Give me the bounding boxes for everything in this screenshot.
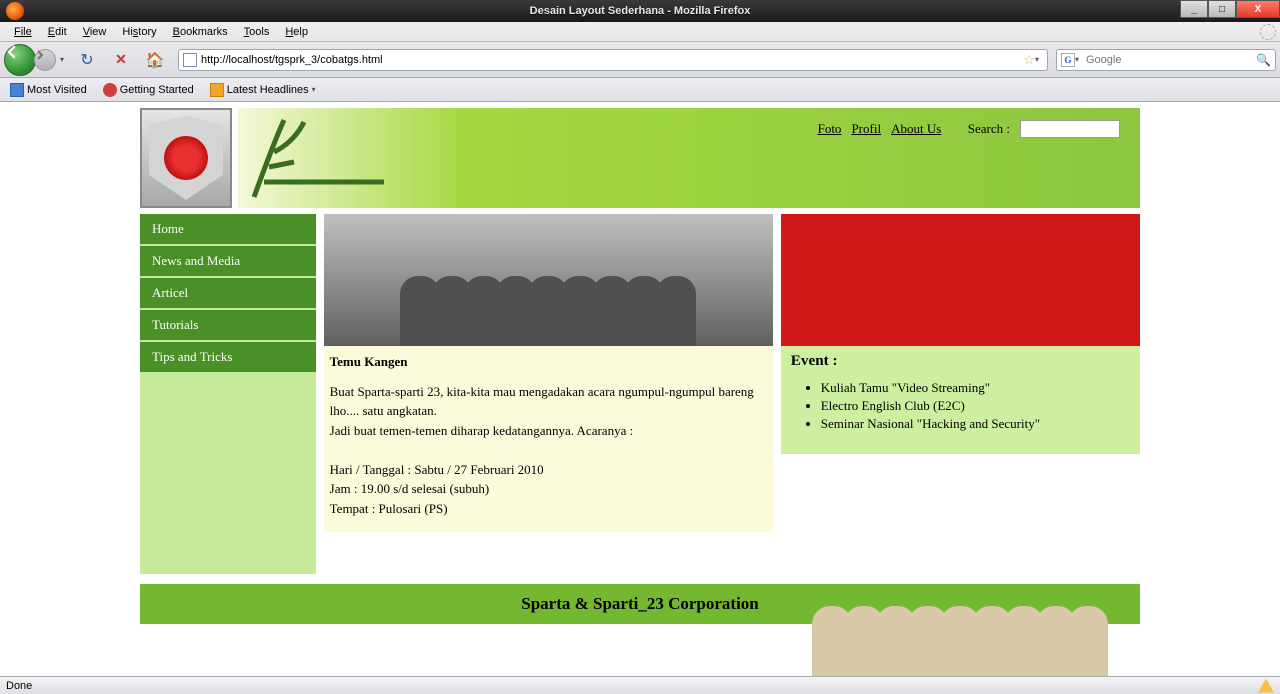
menu-file-label: ile <box>21 26 32 38</box>
reload-button[interactable]: ↻ <box>72 45 102 75</box>
article-box: Temu Kangen Buat Sparta-sparti 23, kita-… <box>324 346 773 532</box>
window-title: Desain Layout Sederhana - Mozilla Firefo… <box>530 5 751 17</box>
bookmark-most-visited[interactable]: Most Visited <box>6 81 91 99</box>
google-engine-icon[interactable]: G <box>1061 53 1075 67</box>
url-input[interactable] <box>201 54 1023 66</box>
getting-started-icon <box>103 83 117 97</box>
article-date: Hari / Tanggal : Sabtu / 27 Februari 201… <box>330 460 767 480</box>
hero-image-right <box>781 214 1140 346</box>
bookmark-label: Latest Headlines <box>227 84 309 96</box>
link-foto[interactable]: Foto <box>818 121 842 137</box>
address-dropdown-icon[interactable]: ▾ <box>1035 55 1043 64</box>
sidebar-spacer <box>140 374 316 574</box>
menu-edit[interactable]: Edit <box>40 24 75 40</box>
warning-icon[interactable] <box>1258 679 1274 693</box>
menu-bookmarks[interactable]: Bookmarks <box>165 24 236 40</box>
page-body: Home News and Media Articel Tutorials Ti… <box>140 214 1140 574</box>
page-content: Foto Profil About Us Search : Home News … <box>140 108 1140 624</box>
close-button[interactable]: X <box>1236 0 1280 18</box>
search-bar[interactable]: G ▾ 🔍 <box>1056 49 1276 71</box>
article-p2: Jadi buat temen-temen diharap kedatangan… <box>330 421 767 441</box>
stop-button[interactable]: ✕ <box>106 45 136 75</box>
menu-help[interactable]: Help <box>277 24 316 40</box>
sidebar-item-articel[interactable]: Articel <box>140 278 316 310</box>
bookmark-getting-started[interactable]: Getting Started <box>99 81 198 99</box>
sidebar-item-news[interactable]: News and Media <box>140 246 316 278</box>
most-visited-icon <box>10 83 24 97</box>
reload-icon: ↻ <box>80 50 93 70</box>
shield-icon <box>149 116 223 200</box>
main-column: Temu Kangen Buat Sparta-sparti 23, kita-… <box>324 214 773 532</box>
status-bar: Done <box>0 676 1280 694</box>
article-time: Jam : 19.00 s/d selesai (subuh) <box>330 479 767 499</box>
navigation-toolbar: ▾ ↻ ✕ 🏠 ☆ ▾ G ▾ 🔍 <box>0 42 1280 78</box>
bookmarks-toolbar: Most Visited Getting Started Latest Head… <box>0 78 1280 102</box>
page-icon <box>183 53 197 67</box>
menu-history[interactable]: History <box>114 24 164 40</box>
site-logo <box>140 108 232 208</box>
event-item: Kuliah Tamu "Video Streaming" <box>821 380 1130 396</box>
sidebar: Home News and Media Articel Tutorials Ti… <box>140 214 316 574</box>
minimize-button[interactable]: _ <box>1180 0 1208 18</box>
status-text: Done <box>6 680 32 692</box>
bookmark-label: Most Visited <box>27 84 87 96</box>
article-place: Tempat : Pulosari (PS) <box>330 499 767 519</box>
history-dropdown-icon[interactable]: ▾ <box>60 55 68 64</box>
bookmark-label: Getting Started <box>120 84 194 96</box>
link-profil[interactable]: Profil <box>851 121 881 137</box>
page-header: Foto Profil About Us Search : <box>140 108 1140 208</box>
sidebar-item-tips[interactable]: Tips and Tricks <box>140 342 316 374</box>
event-box: Event : Kuliah Tamu "Video Streaming" El… <box>781 346 1140 454</box>
home-button[interactable]: 🏠 <box>140 45 170 75</box>
article-title: Temu Kangen <box>330 352 767 372</box>
search-input[interactable] <box>1086 54 1253 66</box>
bookmark-star-icon[interactable]: ☆ <box>1023 52 1035 68</box>
maximize-button[interactable]: □ <box>1208 0 1236 18</box>
branch-graphic-icon <box>244 112 404 202</box>
rss-icon <box>210 83 224 97</box>
engine-dropdown-icon[interactable]: ▾ <box>1075 55 1083 64</box>
event-title: Event : <box>791 352 1130 370</box>
event-item: Electro English Club (E2C) <box>821 398 1130 414</box>
event-list: Kuliah Tamu "Video Streaming" Electro En… <box>791 380 1130 432</box>
right-column: Event : Kuliah Tamu "Video Streaming" El… <box>781 214 1140 454</box>
activity-indicator-icon <box>1260 24 1276 40</box>
menu-tools[interactable]: Tools <box>236 24 278 40</box>
search-label: Search : <box>968 121 1010 137</box>
title-bar: Desain Layout Sederhana - Mozilla Firefo… <box>0 0 1280 22</box>
menu-bar: File Edit View History Bookmarks Tools H… <box>0 22 1280 42</box>
chevron-down-icon: ▾ <box>312 85 320 94</box>
hero-image-left <box>324 214 773 346</box>
stop-icon: ✕ <box>115 51 127 68</box>
bookmark-latest-headlines[interactable]: Latest Headlines ▾ <box>206 81 324 99</box>
sidebar-item-home[interactable]: Home <box>140 214 316 246</box>
article-p1: Buat Sparta-sparti 23, kita-kita mau men… <box>330 382 767 421</box>
event-item: Seminar Nasional "Hacking and Security" <box>821 416 1130 432</box>
header-links: Foto Profil About Us Search : <box>818 120 1120 138</box>
home-icon: 🏠 <box>146 51 165 69</box>
menu-file[interactable]: File <box>6 24 40 40</box>
sidebar-item-tutorials[interactable]: Tutorials <box>140 310 316 342</box>
search-go-icon[interactable]: 🔍 <box>1256 53 1271 67</box>
menu-view[interactable]: View <box>75 24 115 40</box>
window-controls: _ □ X <box>1180 0 1280 18</box>
firefox-icon <box>6 2 24 20</box>
header-banner: Foto Profil About Us Search : <box>238 108 1140 208</box>
link-about-us[interactable]: About Us <box>891 121 941 137</box>
site-search-input[interactable] <box>1020 120 1120 138</box>
page-viewport: Foto Profil About Us Search : Home News … <box>0 102 1280 676</box>
address-bar[interactable]: ☆ ▾ <box>178 49 1048 71</box>
forward-button[interactable] <box>34 49 56 71</box>
footer-text: Sparta & Sparti_23 Corporation <box>521 594 759 614</box>
back-button[interactable] <box>4 44 36 76</box>
